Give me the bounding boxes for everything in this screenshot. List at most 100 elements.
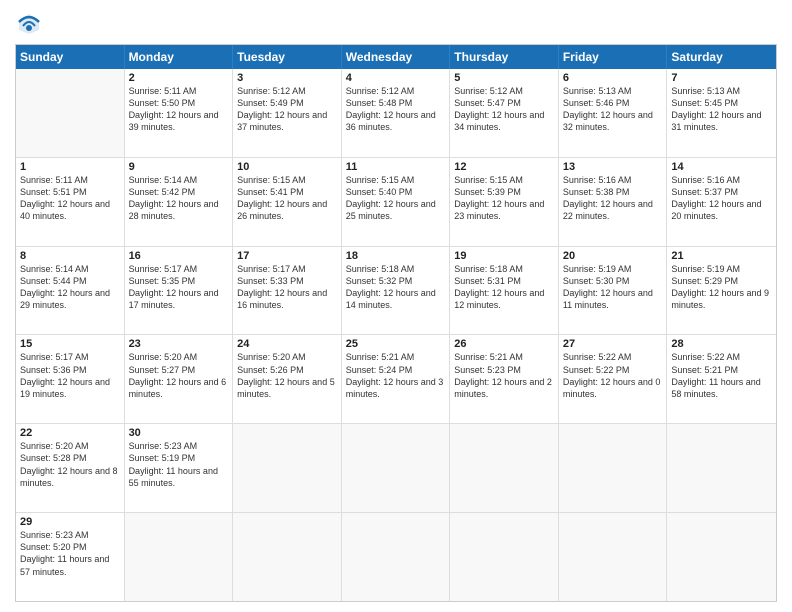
day-number: 3	[237, 72, 337, 84]
calendar-body: 2Sunrise: 5:11 AMSunset: 5:50 PMDaylight…	[16, 69, 776, 601]
day-number: 1	[20, 161, 120, 173]
cell-details: Sunrise: 5:23 AMSunset: 5:20 PMDaylight:…	[20, 529, 120, 578]
day-number: 16	[129, 250, 229, 262]
calendar-cell: 8Sunrise: 5:14 AMSunset: 5:44 PMDaylight…	[16, 247, 125, 335]
header-day-friday: Friday	[559, 45, 668, 69]
logo-icon	[15, 10, 43, 38]
day-number: 30	[129, 427, 229, 439]
header-day-saturday: Saturday	[667, 45, 776, 69]
calendar-cell: 25Sunrise: 5:21 AMSunset: 5:24 PMDayligh…	[342, 335, 451, 423]
calendar-cell: 26Sunrise: 5:21 AMSunset: 5:23 PMDayligh…	[450, 335, 559, 423]
calendar-row-5: 29Sunrise: 5:23 AMSunset: 5:20 PMDayligh…	[16, 512, 776, 601]
cell-details: Sunrise: 5:17 AMSunset: 5:33 PMDaylight:…	[237, 263, 337, 312]
calendar-row-3: 15Sunrise: 5:17 AMSunset: 5:36 PMDayligh…	[16, 334, 776, 423]
cell-details: Sunrise: 5:20 AMSunset: 5:28 PMDaylight:…	[20, 440, 120, 489]
calendar-cell	[233, 513, 342, 601]
day-number: 29	[20, 516, 120, 528]
cell-details: Sunrise: 5:14 AMSunset: 5:44 PMDaylight:…	[20, 263, 120, 312]
header-day-thursday: Thursday	[450, 45, 559, 69]
page: SundayMondayTuesdayWednesdayThursdayFrid…	[0, 0, 792, 612]
calendar-cell: 1Sunrise: 5:11 AMSunset: 5:51 PMDaylight…	[16, 158, 125, 246]
calendar-cell: 30Sunrise: 5:23 AMSunset: 5:19 PMDayligh…	[125, 424, 234, 512]
calendar-cell: 17Sunrise: 5:17 AMSunset: 5:33 PMDayligh…	[233, 247, 342, 335]
calendar-cell: 15Sunrise: 5:17 AMSunset: 5:36 PMDayligh…	[16, 335, 125, 423]
day-number: 28	[671, 338, 772, 350]
cell-details: Sunrise: 5:20 AMSunset: 5:26 PMDaylight:…	[237, 351, 337, 400]
header-day-monday: Monday	[125, 45, 234, 69]
day-number: 18	[346, 250, 446, 262]
calendar-cell: 9Sunrise: 5:14 AMSunset: 5:42 PMDaylight…	[125, 158, 234, 246]
day-number: 24	[237, 338, 337, 350]
calendar-row-2: 8Sunrise: 5:14 AMSunset: 5:44 PMDaylight…	[16, 246, 776, 335]
header-day-sunday: Sunday	[16, 45, 125, 69]
calendar-cell: 27Sunrise: 5:22 AMSunset: 5:22 PMDayligh…	[559, 335, 668, 423]
header-day-tuesday: Tuesday	[233, 45, 342, 69]
calendar-cell	[342, 424, 451, 512]
cell-details: Sunrise: 5:17 AMSunset: 5:36 PMDaylight:…	[20, 351, 120, 400]
calendar-cell: 20Sunrise: 5:19 AMSunset: 5:30 PMDayligh…	[559, 247, 668, 335]
day-number: 6	[563, 72, 663, 84]
day-number: 17	[237, 250, 337, 262]
calendar-cell: 21Sunrise: 5:19 AMSunset: 5:29 PMDayligh…	[667, 247, 776, 335]
calendar-cell: 6Sunrise: 5:13 AMSunset: 5:46 PMDaylight…	[559, 69, 668, 157]
day-number: 13	[563, 161, 663, 173]
day-number: 15	[20, 338, 120, 350]
calendar-cell: 4Sunrise: 5:12 AMSunset: 5:48 PMDaylight…	[342, 69, 451, 157]
calendar-cell: 22Sunrise: 5:20 AMSunset: 5:28 PMDayligh…	[16, 424, 125, 512]
calendar-cell	[559, 513, 668, 601]
calendar-cell: 23Sunrise: 5:20 AMSunset: 5:27 PMDayligh…	[125, 335, 234, 423]
calendar-cell: 18Sunrise: 5:18 AMSunset: 5:32 PMDayligh…	[342, 247, 451, 335]
day-number: 10	[237, 161, 337, 173]
cell-details: Sunrise: 5:18 AMSunset: 5:32 PMDaylight:…	[346, 263, 446, 312]
cell-details: Sunrise: 5:15 AMSunset: 5:40 PMDaylight:…	[346, 174, 446, 223]
cell-details: Sunrise: 5:22 AMSunset: 5:22 PMDaylight:…	[563, 351, 663, 400]
cell-details: Sunrise: 5:15 AMSunset: 5:41 PMDaylight:…	[237, 174, 337, 223]
calendar-cell: 13Sunrise: 5:16 AMSunset: 5:38 PMDayligh…	[559, 158, 668, 246]
calendar-cell	[16, 69, 125, 157]
calendar-cell	[667, 513, 776, 601]
day-number: 12	[454, 161, 554, 173]
cell-details: Sunrise: 5:14 AMSunset: 5:42 PMDaylight:…	[129, 174, 229, 223]
day-number: 22	[20, 427, 120, 439]
cell-details: Sunrise: 5:12 AMSunset: 5:48 PMDaylight:…	[346, 85, 446, 134]
day-number: 11	[346, 161, 446, 173]
day-number: 27	[563, 338, 663, 350]
cell-details: Sunrise: 5:11 AMSunset: 5:50 PMDaylight:…	[129, 85, 229, 134]
day-number: 7	[671, 72, 772, 84]
calendar-cell	[233, 424, 342, 512]
cell-details: Sunrise: 5:12 AMSunset: 5:47 PMDaylight:…	[454, 85, 554, 134]
calendar-cell: 14Sunrise: 5:16 AMSunset: 5:37 PMDayligh…	[667, 158, 776, 246]
calendar-cell: 12Sunrise: 5:15 AMSunset: 5:39 PMDayligh…	[450, 158, 559, 246]
cell-details: Sunrise: 5:21 AMSunset: 5:23 PMDaylight:…	[454, 351, 554, 400]
cell-details: Sunrise: 5:19 AMSunset: 5:30 PMDaylight:…	[563, 263, 663, 312]
calendar-cell	[667, 424, 776, 512]
day-number: 21	[671, 250, 772, 262]
calendar-row-1: 1Sunrise: 5:11 AMSunset: 5:51 PMDaylight…	[16, 157, 776, 246]
cell-details: Sunrise: 5:13 AMSunset: 5:46 PMDaylight:…	[563, 85, 663, 134]
calendar-cell: 2Sunrise: 5:11 AMSunset: 5:50 PMDaylight…	[125, 69, 234, 157]
cell-details: Sunrise: 5:22 AMSunset: 5:21 PMDaylight:…	[671, 351, 772, 400]
day-number: 9	[129, 161, 229, 173]
calendar-cell: 3Sunrise: 5:12 AMSunset: 5:49 PMDaylight…	[233, 69, 342, 157]
header	[15, 10, 777, 38]
cell-details: Sunrise: 5:13 AMSunset: 5:45 PMDaylight:…	[671, 85, 772, 134]
calendar-cell: 19Sunrise: 5:18 AMSunset: 5:31 PMDayligh…	[450, 247, 559, 335]
cell-details: Sunrise: 5:21 AMSunset: 5:24 PMDaylight:…	[346, 351, 446, 400]
calendar-cell: 11Sunrise: 5:15 AMSunset: 5:40 PMDayligh…	[342, 158, 451, 246]
calendar-cell	[450, 424, 559, 512]
day-number: 14	[671, 161, 772, 173]
calendar-cell: 24Sunrise: 5:20 AMSunset: 5:26 PMDayligh…	[233, 335, 342, 423]
calendar-row-4: 22Sunrise: 5:20 AMSunset: 5:28 PMDayligh…	[16, 423, 776, 512]
cell-details: Sunrise: 5:18 AMSunset: 5:31 PMDaylight:…	[454, 263, 554, 312]
day-number: 4	[346, 72, 446, 84]
day-number: 20	[563, 250, 663, 262]
calendar-cell: 29Sunrise: 5:23 AMSunset: 5:20 PMDayligh…	[16, 513, 125, 601]
cell-details: Sunrise: 5:20 AMSunset: 5:27 PMDaylight:…	[129, 351, 229, 400]
cell-details: Sunrise: 5:19 AMSunset: 5:29 PMDaylight:…	[671, 263, 772, 312]
calendar-header: SundayMondayTuesdayWednesdayThursdayFrid…	[16, 45, 776, 69]
day-number: 2	[129, 72, 229, 84]
calendar-cell	[125, 513, 234, 601]
cell-details: Sunrise: 5:16 AMSunset: 5:37 PMDaylight:…	[671, 174, 772, 223]
calendar-cell: 7Sunrise: 5:13 AMSunset: 5:45 PMDaylight…	[667, 69, 776, 157]
day-number: 23	[129, 338, 229, 350]
